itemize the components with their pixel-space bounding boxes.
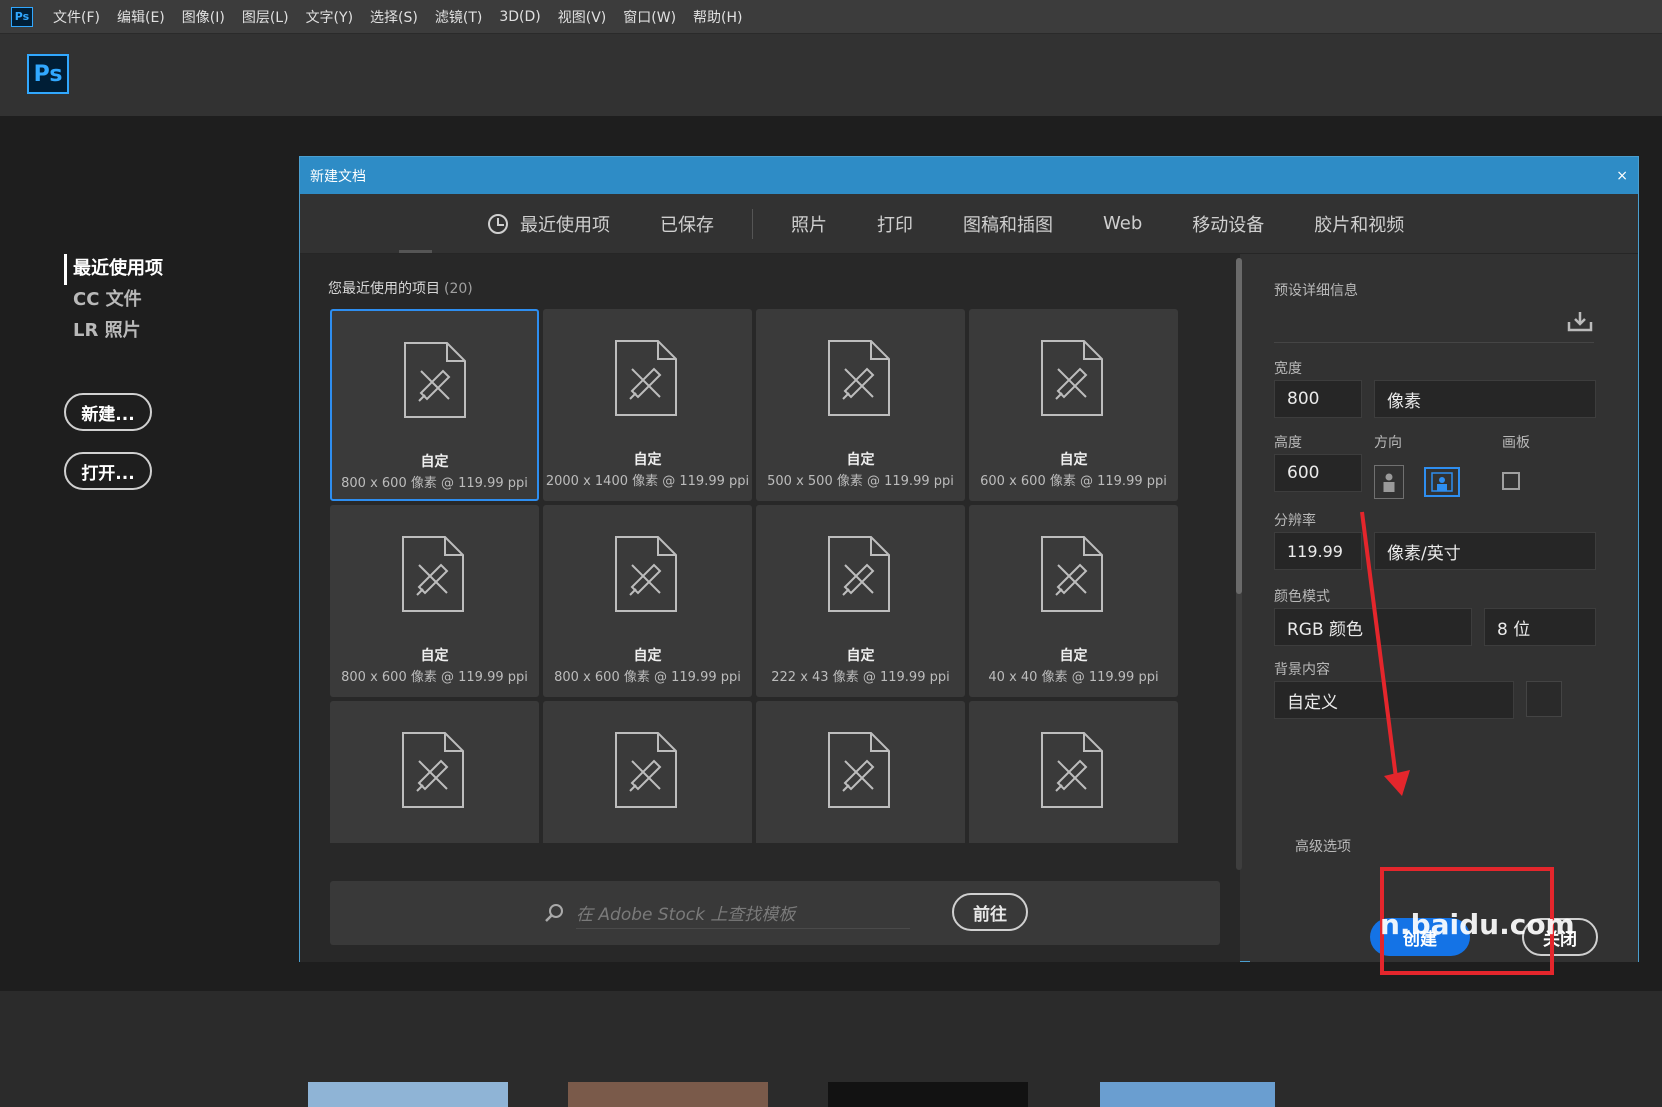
- recent-thumbnail[interactable]: [828, 1082, 1028, 1107]
- recent-thumbnail[interactable]: [568, 1082, 768, 1107]
- annotation-overlay: [1360, 511, 1410, 796]
- recent-thumbnail[interactable]: [1100, 1082, 1275, 1107]
- watermark-text: n.baidu.com: [1380, 908, 1575, 941]
- annotation-arrow-line: [1360, 511, 1398, 779]
- annotation-arrowhead: [1384, 770, 1410, 796]
- recent-thumbnail[interactable]: [308, 1082, 508, 1107]
